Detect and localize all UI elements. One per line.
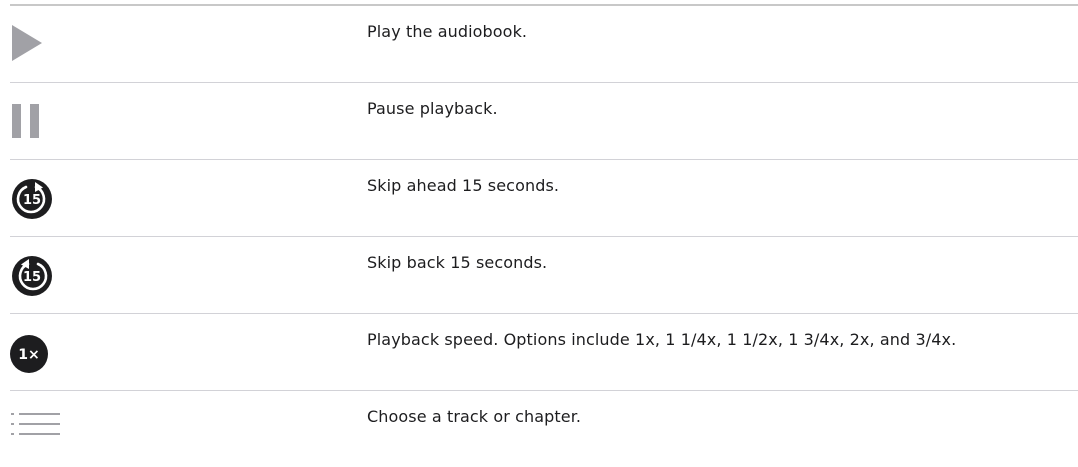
list-icon	[10, 407, 70, 451]
table-row: 15 Skip back 15 seconds.	[10, 237, 1078, 314]
table-row: Choose a track or chapter.	[10, 391, 1078, 467]
skip-back-15-icon: 15	[10, 253, 70, 297]
row-description: Play the audiobook.	[367, 22, 528, 41]
skip-forward-15-icon: 15	[10, 176, 70, 220]
play-icon	[10, 22, 70, 66]
skip-back-15-label: 15	[23, 270, 41, 285]
table-row: Pause playback.	[10, 83, 1078, 160]
playback-speed-label: 1×	[18, 347, 39, 363]
row-description: Skip ahead 15 seconds.	[367, 176, 560, 195]
row-description: Pause playback.	[367, 99, 498, 118]
pause-icon	[10, 99, 70, 143]
row-description: Skip back 15 seconds.	[367, 253, 548, 272]
row-description: Playback speed. Options include 1x, 1 1/…	[367, 330, 957, 349]
row-description: Choose a track or chapter.	[367, 407, 582, 426]
skip-forward-15-label: 15	[23, 193, 41, 208]
table-row: 15 Skip ahead 15 seconds.	[10, 160, 1078, 237]
playback-speed-icon: 1×	[10, 330, 70, 374]
table-row: Play the audiobook.	[10, 6, 1078, 83]
controls-table: Play the audiobook. Pause playback. 15 S…	[10, 4, 1078, 467]
table-row: 1× Playback speed. Options include 1x, 1…	[10, 314, 1078, 391]
